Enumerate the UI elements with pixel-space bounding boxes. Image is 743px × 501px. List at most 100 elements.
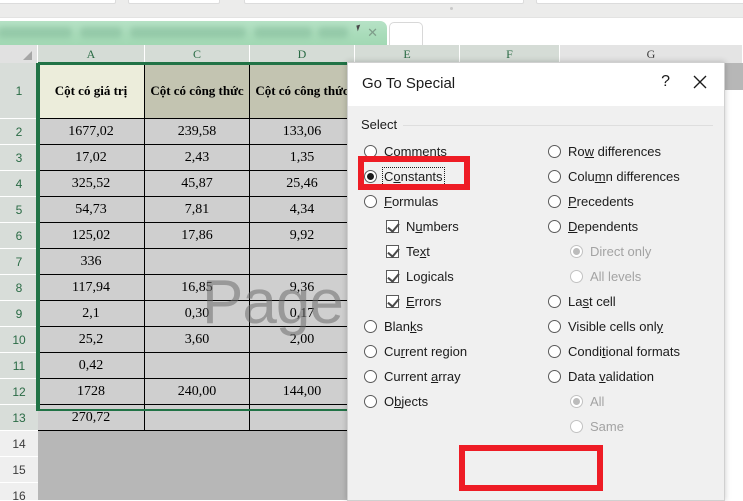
option-constants[interactable]: Constants bbox=[364, 167, 445, 186]
row-header-7[interactable]: 7 bbox=[0, 249, 38, 275]
table-cell[interactable]: 1677,02 bbox=[38, 119, 145, 145]
table-cell[interactable] bbox=[145, 249, 250, 275]
row-header-5[interactable]: 5 bbox=[0, 197, 38, 223]
table-cell[interactable] bbox=[145, 353, 250, 379]
radio-mark bbox=[364, 195, 377, 208]
option-label: Formulas bbox=[384, 194, 439, 209]
row-header-11[interactable]: 11 bbox=[0, 353, 38, 379]
row-header-13[interactable]: 13 bbox=[0, 405, 38, 431]
option-conditional-formats[interactable]: Conditional formats bbox=[548, 343, 680, 361]
table-cell[interactable]: 325,52 bbox=[38, 171, 145, 197]
option-precedents[interactable]: Precedents bbox=[548, 193, 634, 211]
table-cell[interactable]: 17,86 bbox=[145, 223, 250, 249]
select-all-corner[interactable] bbox=[0, 45, 38, 63]
row-header-10[interactable]: 10 bbox=[0, 327, 38, 353]
header-cell[interactable]: Cột có giá trị bbox=[38, 63, 145, 119]
radio-mark bbox=[548, 370, 561, 383]
table-cell[interactable]: 0,17 bbox=[250, 301, 355, 327]
column-header-a[interactable]: A bbox=[38, 45, 145, 63]
ribbon-segment bbox=[128, 0, 220, 4]
header-cell[interactable]: Cột có công thức bbox=[250, 63, 355, 119]
table-cell[interactable]: 17,02 bbox=[38, 145, 145, 171]
row-header-9[interactable]: 9 bbox=[0, 301, 38, 327]
table-cell[interactable]: 7,81 bbox=[145, 197, 250, 223]
table-cell[interactable] bbox=[250, 405, 355, 431]
table-cell[interactable]: 144,00 bbox=[250, 379, 355, 405]
table-cell[interactable]: 4,34 bbox=[250, 197, 355, 223]
table-cell[interactable]: 25,46 bbox=[250, 171, 355, 197]
table-cell[interactable]: 133,06 bbox=[250, 119, 355, 145]
column-header-d[interactable]: D bbox=[250, 45, 355, 63]
option-text[interactable]: Text bbox=[386, 243, 430, 261]
table-cell[interactable]: 2,00 bbox=[250, 327, 355, 353]
table-cell[interactable] bbox=[145, 405, 250, 431]
option-comments[interactable]: Comments bbox=[364, 143, 447, 161]
table-cell[interactable]: 240,00 bbox=[145, 379, 250, 405]
option-row-differences[interactable]: Row differences bbox=[548, 143, 661, 161]
close-icon[interactable] bbox=[690, 72, 710, 92]
table-cell[interactable]: 270,72 bbox=[38, 405, 145, 431]
row-header-3[interactable]: 3 bbox=[0, 145, 38, 171]
option-formulas[interactable]: Formulas bbox=[364, 193, 438, 211]
radio-mark bbox=[548, 295, 561, 308]
table-cell[interactable]: 2,1 bbox=[38, 301, 145, 327]
row-header-8[interactable]: 8 bbox=[0, 275, 38, 301]
option-column-differences[interactable]: Column differences bbox=[548, 168, 680, 186]
table-cell[interactable]: 0,42 bbox=[38, 353, 145, 379]
sheet-tab-banner[interactable]: ✕ bbox=[0, 21, 387, 45]
row-header-6[interactable]: 6 bbox=[0, 223, 38, 249]
table-cell[interactable]: 2,43 bbox=[145, 145, 250, 171]
header-cell[interactable]: Cột có công thức bbox=[145, 63, 250, 119]
option-current-array[interactable]: Current array bbox=[364, 368, 461, 386]
option-last-cell[interactable]: Last cell bbox=[548, 293, 616, 311]
table-cell[interactable]: 54,73 bbox=[38, 197, 145, 223]
option-all: All bbox=[570, 393, 604, 411]
checkbox-mark bbox=[386, 270, 399, 283]
table-cell[interactable]: 0,30 bbox=[145, 301, 250, 327]
row-header-14[interactable]: 14 bbox=[0, 431, 38, 457]
column-header-e[interactable]: E bbox=[355, 45, 460, 63]
table-cell[interactable]: 25,2 bbox=[38, 327, 145, 353]
table-cell[interactable]: 117,94 bbox=[38, 275, 145, 301]
table-cell[interactable]: 336 bbox=[38, 249, 145, 275]
row-header-16[interactable]: 16 bbox=[0, 483, 38, 501]
option-visible-cells-only[interactable]: Visible cells only bbox=[548, 318, 663, 336]
table-cell[interactable]: 45,87 bbox=[145, 171, 250, 197]
option-objects[interactable]: Objects bbox=[364, 393, 428, 411]
radio-mark bbox=[548, 220, 561, 233]
checkbox-mark bbox=[386, 245, 399, 258]
column-header-f[interactable]: F bbox=[460, 45, 560, 63]
option-data-validation[interactable]: Data validation bbox=[548, 368, 654, 386]
table-cell[interactable] bbox=[250, 353, 355, 379]
table-cell[interactable]: 1,35 bbox=[250, 145, 355, 171]
radio-mark bbox=[548, 195, 561, 208]
help-icon[interactable]: ? bbox=[661, 73, 670, 91]
column-header-c[interactable]: C bbox=[145, 45, 250, 63]
column-header-g[interactable]: G bbox=[560, 45, 743, 63]
option-logicals[interactable]: Logicals bbox=[386, 268, 454, 286]
table-cell[interactable]: 239,58 bbox=[145, 119, 250, 145]
option-current-region[interactable]: Current region bbox=[364, 343, 467, 361]
option-dependents[interactable]: Dependents bbox=[548, 218, 638, 236]
row-header-12[interactable]: 12 bbox=[0, 379, 38, 405]
ribbon-segment bbox=[0, 0, 116, 4]
option-label: Errors bbox=[406, 294, 442, 309]
table-cell[interactable]: 9,92 bbox=[250, 223, 355, 249]
option-errors[interactable]: Errors bbox=[386, 293, 441, 311]
table-cell[interactable]: 125,02 bbox=[38, 223, 145, 249]
table-cell[interactable] bbox=[250, 249, 355, 275]
row-header-1[interactable]: 1 bbox=[0, 63, 38, 119]
table-cell[interactable]: 3,60 bbox=[145, 327, 250, 353]
option-blanks[interactable]: Blanks bbox=[364, 318, 423, 336]
row-header-15[interactable]: 15 bbox=[0, 457, 38, 483]
table-cell[interactable]: 9,36 bbox=[250, 275, 355, 301]
option-label: Row differences bbox=[568, 144, 661, 159]
table-cell[interactable]: 1728 bbox=[38, 379, 145, 405]
close-icon[interactable]: ✕ bbox=[367, 25, 378, 41]
table-cell[interactable]: 16,85 bbox=[145, 275, 250, 301]
option-numbers[interactable]: Numbers bbox=[386, 218, 459, 236]
screen: ✕ ACDEFG 1 2 3 4 5 6 7 8 9 10 11 12 13 14 15 16 270,72 1… bbox=[0, 0, 743, 501]
row-header-2[interactable]: 2 bbox=[0, 119, 38, 145]
ribbon-dot bbox=[450, 7, 453, 10]
row-header-4[interactable]: 4 bbox=[0, 171, 38, 197]
